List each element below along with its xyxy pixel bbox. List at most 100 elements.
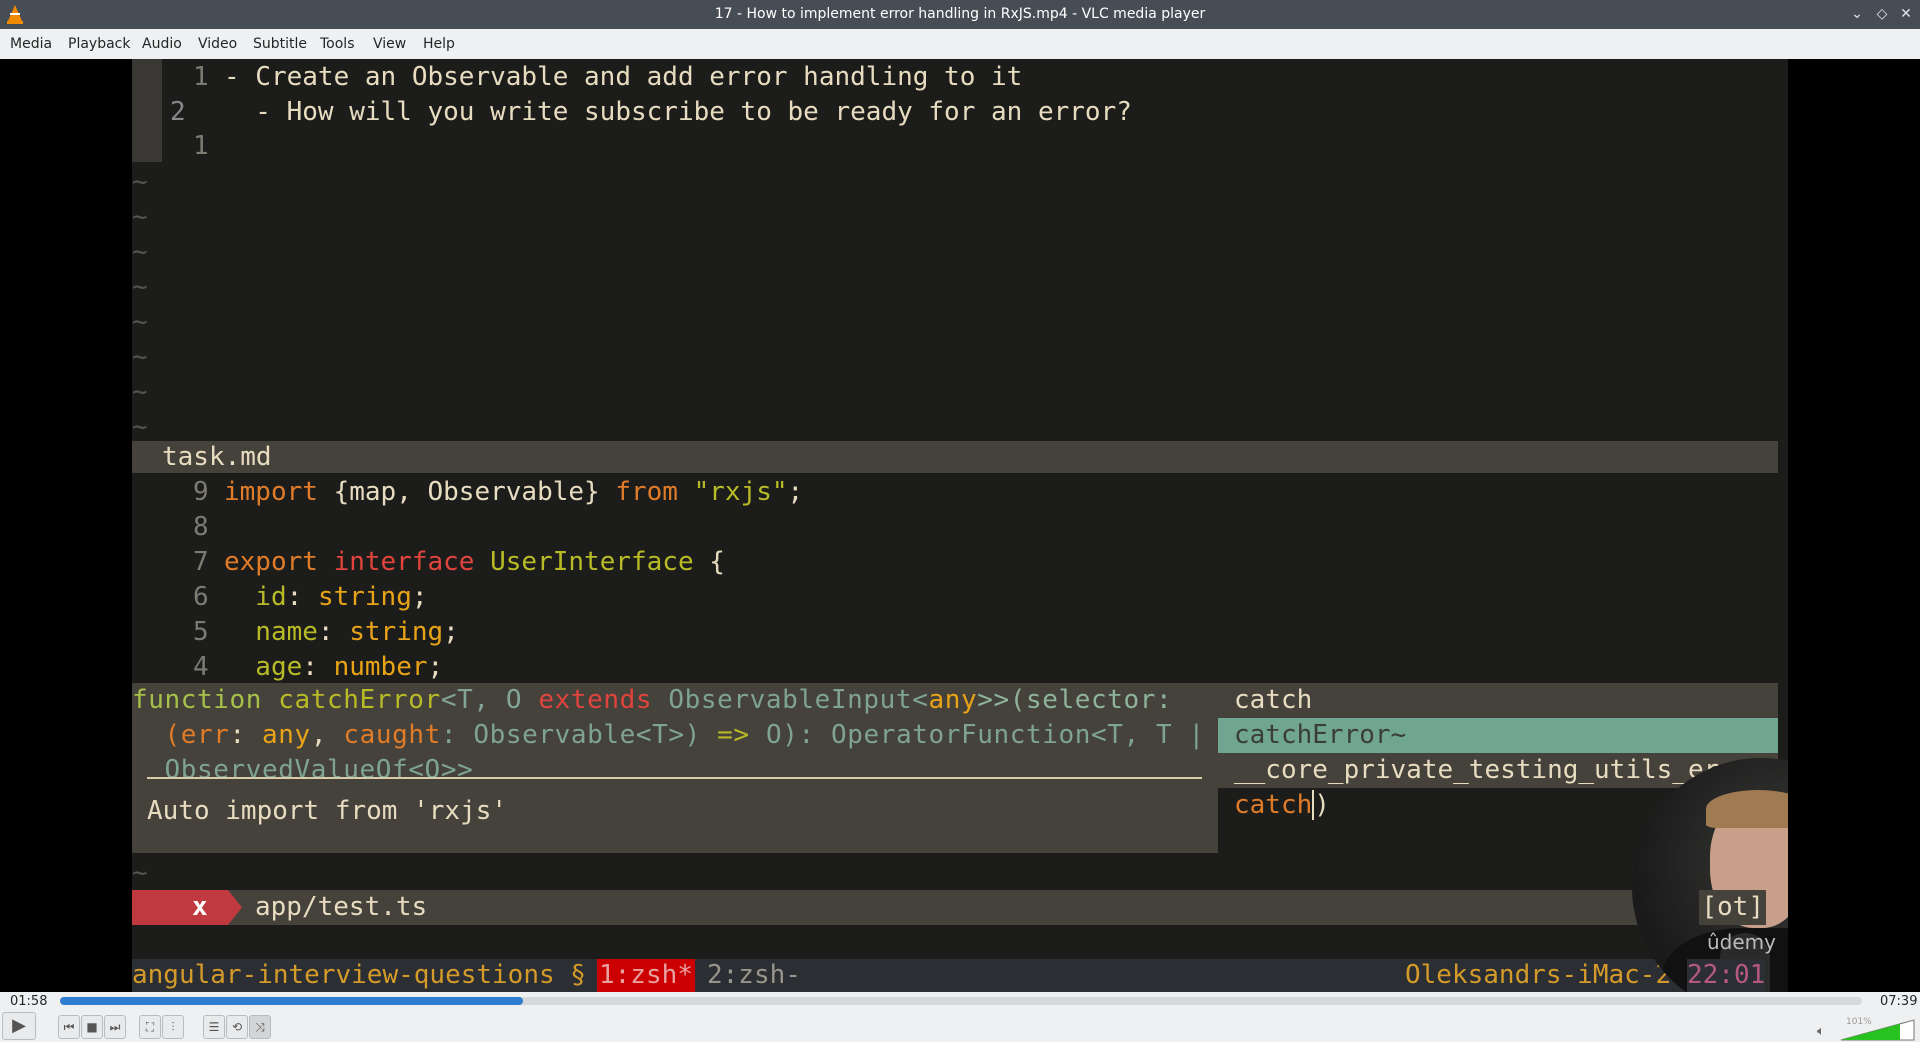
line-number: 1	[193, 131, 209, 161]
task-line: - How will you write subscribe to be rea…	[224, 97, 1132, 127]
line-number: 1	[193, 62, 209, 92]
signature-token: =>	[717, 720, 766, 750]
tilde: ~	[132, 377, 148, 407]
signature-token: ObservedValueOf<O>>	[132, 755, 474, 785]
auto-import-hint: Auto import from 'rxjs'	[147, 796, 508, 826]
code-token: :	[286, 582, 318, 612]
code-line: name: string;	[224, 615, 459, 650]
menu-help[interactable]: Help	[423, 36, 455, 52]
code-token: name	[224, 617, 318, 647]
code-token: :	[317, 617, 350, 647]
signature-token: caught	[343, 720, 441, 750]
file-bar: x app/test.ts	[132, 890, 1778, 925]
menu-media[interactable]: Media	[10, 36, 52, 52]
seek-bar[interactable]	[60, 997, 1862, 1005]
signature-line: ObservedValueOf<O>>	[132, 753, 473, 788]
completion-item[interactable]: catch	[1218, 683, 1778, 718]
playlist-button[interactable]: ☰	[203, 1015, 225, 1039]
signature-token: any	[262, 720, 311, 750]
window-title: 17 - How to implement error handling in …	[714, 6, 1206, 22]
signature-token: <T, O	[440, 685, 539, 715]
minimize-button[interactable]: ⌄	[1847, 4, 1867, 24]
close-button[interactable]: ✕	[1896, 4, 1916, 24]
presenter-hair	[1706, 790, 1788, 828]
signature-token: extends	[538, 685, 669, 715]
menu-video[interactable]: Video	[198, 36, 237, 52]
code-token: string	[317, 582, 412, 612]
signature-token: ,	[310, 720, 344, 750]
loop-button[interactable]: ⟲	[226, 1015, 248, 1039]
maximize-button[interactable]: ◇	[1872, 4, 1892, 24]
code-token: ;	[411, 582, 428, 612]
tilde: ~	[132, 202, 148, 232]
code-token: :	[302, 652, 334, 682]
code-token: UserInterface	[490, 547, 710, 577]
line-number: 4	[193, 652, 209, 682]
webcam-overlay	[1632, 758, 1788, 992]
seek-progress	[60, 997, 524, 1005]
line-number: 2	[170, 97, 186, 127]
line-number: 6	[193, 582, 209, 612]
signature-token: ObservableInput<	[668, 685, 929, 715]
menu-view[interactable]: View	[373, 36, 406, 52]
random-button[interactable]: ⤨	[249, 1015, 271, 1039]
typed-text: catch)	[1234, 788, 1330, 823]
typed-word: catch	[1234, 790, 1313, 820]
code-token: from	[615, 477, 694, 507]
signature-token: any	[928, 685, 978, 715]
tilde: ~	[132, 858, 148, 888]
code-token: string	[349, 617, 444, 647]
code-token: id	[224, 582, 287, 612]
title-bar: 17 - How to implement error handling in …	[0, 0, 1920, 29]
signature-line: function catchError<T, O extends Observa…	[132, 683, 1172, 718]
play-button[interactable]: ▶	[2, 1012, 36, 1040]
menu-playback[interactable]: Playback	[68, 36, 130, 52]
extended-settings-button[interactable]: ⫶	[162, 1015, 184, 1039]
video-frame-editor: 1 - Create an Observable and add error h…	[132, 59, 1788, 992]
tmux-session: angular-interview-questions §	[132, 960, 586, 990]
code-token: ;	[427, 652, 444, 682]
tmux-window-1: 1:zsh*	[597, 959, 695, 992]
divider	[147, 777, 1202, 779]
previous-button[interactable]: ⏮	[58, 1015, 80, 1039]
tilde: ~	[132, 307, 148, 337]
cursor-paren: )	[1312, 790, 1330, 820]
code-token: export	[224, 547, 334, 577]
code-line: id: string;	[224, 580, 428, 615]
gutter	[132, 59, 162, 162]
signature-token: (	[132, 720, 181, 750]
udemy-watermark: ûdemy	[1707, 930, 1776, 954]
code-token: ;	[443, 617, 459, 647]
signature-token: :	[229, 720, 263, 750]
fullscreen-button[interactable]: ⛶	[139, 1015, 161, 1039]
next-button[interactable]: ⏭	[104, 1015, 126, 1039]
completion-item-selected[interactable]: catchError~	[1218, 718, 1778, 753]
code-token: "rxjs"	[693, 477, 788, 507]
volume-slider[interactable]	[1840, 1019, 1916, 1041]
menu-tools[interactable]: Tools	[320, 36, 355, 52]
task-line: - Create an Observable and add error han…	[224, 62, 1023, 92]
tmux-window-2: 2:zsh-	[707, 960, 801, 990]
menu-subtitle[interactable]: Subtitle	[253, 36, 307, 52]
stop-button[interactable]: ■	[81, 1015, 103, 1039]
code-token: {	[709, 547, 725, 577]
signature-token: catchError	[278, 685, 441, 715]
tilde: ~	[132, 237, 148, 267]
signature-token: : Observable<T>)	[440, 720, 718, 750]
code-token: ;	[787, 477, 804, 507]
line-number: 7	[193, 547, 209, 577]
tilde: ~	[132, 272, 148, 302]
code-token: number	[333, 652, 428, 682]
signature-token: >>(selector:	[977, 685, 1173, 715]
signature-token: function	[132, 685, 279, 715]
line-number: 5	[193, 617, 209, 647]
volume-icon[interactable]: 🔈︎	[1817, 1024, 1825, 1039]
line-number: 8	[193, 512, 209, 542]
statusbar-filename: task.md	[162, 442, 272, 472]
code-token: import	[224, 477, 334, 507]
tmux-time: 22:01	[1687, 959, 1766, 992]
menu-audio[interactable]: Audio	[142, 36, 182, 52]
code-token: age	[224, 652, 303, 682]
code-line: export interface UserInterface {	[224, 545, 725, 580]
signature-token: O): OperatorFunction<T, T |	[765, 720, 1205, 750]
